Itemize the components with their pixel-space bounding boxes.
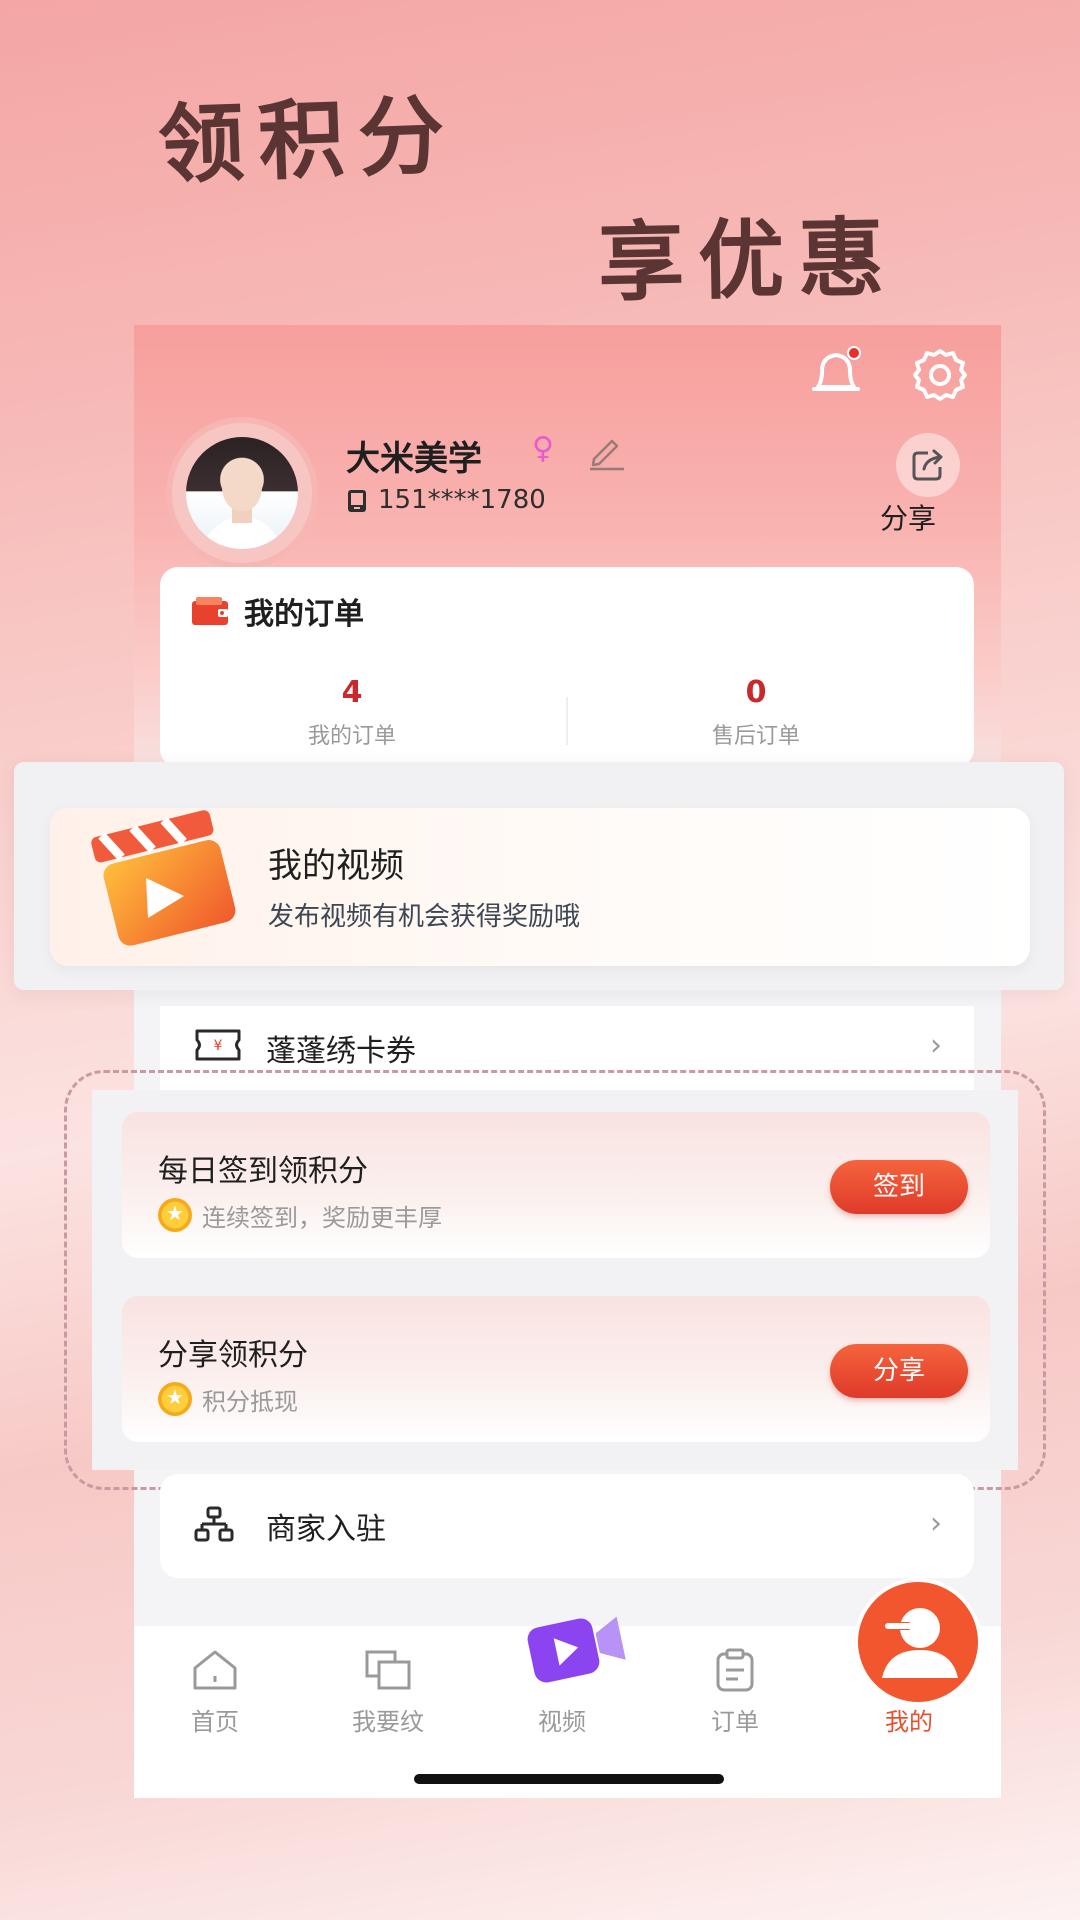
aftersale-count-label: 售后订单 — [711, 724, 800, 749]
my-orders-card: 我的订单 4 我的订单 0 售后订单 — [160, 567, 974, 767]
ticket-icon: ¥ — [195, 1029, 241, 1061]
promo-headline-line2: 享优惠 — [597, 207, 899, 314]
home-indicator — [414, 1774, 724, 1784]
share-profile-label[interactable]: 分享 — [880, 497, 936, 537]
share-points-task: 分享领积分 ★ 积分抵现 分享 — [122, 1296, 990, 1442]
daily-checkin-task: 每日签到领积分 ★ 连续签到，奖励更丰厚 签到 — [122, 1112, 990, 1258]
my-videos-title: 我的视频 — [268, 846, 404, 886]
coupon-label: 蓬蓬绣卡券 — [266, 1034, 416, 1069]
tab-label: 订单 — [711, 1708, 759, 1736]
order-stat-all[interactable]: 4 我的订单 — [202, 675, 502, 750]
my-videos-subtitle: 发布视频有机会获得奖励哦 — [268, 902, 581, 932]
promo-headline-line1: 领积分 — [156, 84, 460, 197]
avatar[interactable] — [166, 417, 318, 569]
edit-icon[interactable] — [586, 431, 626, 471]
share-profile-button[interactable] — [896, 433, 960, 497]
home-icon — [193, 1650, 237, 1690]
divider — [566, 697, 568, 745]
tab-home[interactable]: 首页 — [145, 1648, 285, 1737]
aftersale-count: 0 — [745, 675, 767, 710]
user-icon[interactable] — [854, 1578, 982, 1706]
bottom-tab-bar: 首页 我要纹 视频 订单 我的 — [134, 1578, 1001, 1798]
chevron-right-icon: › — [930, 1506, 942, 1541]
svg-text:¥: ¥ — [214, 1038, 223, 1054]
task-title: 每日签到领积分 — [158, 1154, 368, 1189]
female-icon: ♀ — [532, 431, 554, 466]
layers-icon — [365, 1650, 411, 1690]
task-subtitle: 积分抵现 — [202, 1388, 298, 1416]
phone-number: 151****1780 — [378, 485, 546, 515]
tab-label: 我要纹 — [352, 1708, 424, 1736]
tab-orders[interactable]: 订单 — [665, 1648, 805, 1737]
clipboard-icon — [716, 1648, 754, 1692]
video-camera-icon[interactable] — [520, 1604, 630, 1690]
order-count: 4 — [341, 675, 363, 710]
coin-icon: ★ — [158, 1198, 192, 1232]
share-icon — [912, 449, 943, 481]
chevron-right-icon: › — [930, 1028, 942, 1063]
tab-label: 视频 — [538, 1708, 586, 1736]
coin-icon: ★ — [158, 1382, 192, 1416]
merchant-join-row[interactable]: 商家入驻 › — [160, 1474, 974, 1578]
tab-label: 我的 — [885, 1708, 933, 1736]
avatar-photo — [186, 437, 298, 549]
clapperboard-icon — [91, 810, 236, 946]
task-subtitle: 连续签到，奖励更丰厚 — [202, 1204, 442, 1232]
gear-icon[interactable] — [910, 345, 970, 405]
bell-icon[interactable] — [806, 343, 866, 403]
username: 大米美学 — [346, 439, 482, 479]
order-stat-aftersale[interactable]: 0 售后订单 — [606, 675, 906, 750]
my-orders-title: 我的订单 — [244, 597, 364, 632]
share-task-button[interactable]: 分享 — [830, 1344, 968, 1398]
checkin-button[interactable]: 签到 — [830, 1160, 968, 1214]
org-chart-icon — [194, 1506, 234, 1542]
phone-icon — [348, 490, 366, 512]
merchant-label: 商家入驻 — [266, 1512, 386, 1547]
tab-label: 首页 — [191, 1708, 239, 1736]
tab-tattoo[interactable]: 我要纹 — [318, 1648, 458, 1737]
task-title: 分享领积分 — [158, 1338, 308, 1373]
order-count-label: 我的订单 — [307, 724, 396, 749]
wallet-icon — [192, 597, 228, 625]
